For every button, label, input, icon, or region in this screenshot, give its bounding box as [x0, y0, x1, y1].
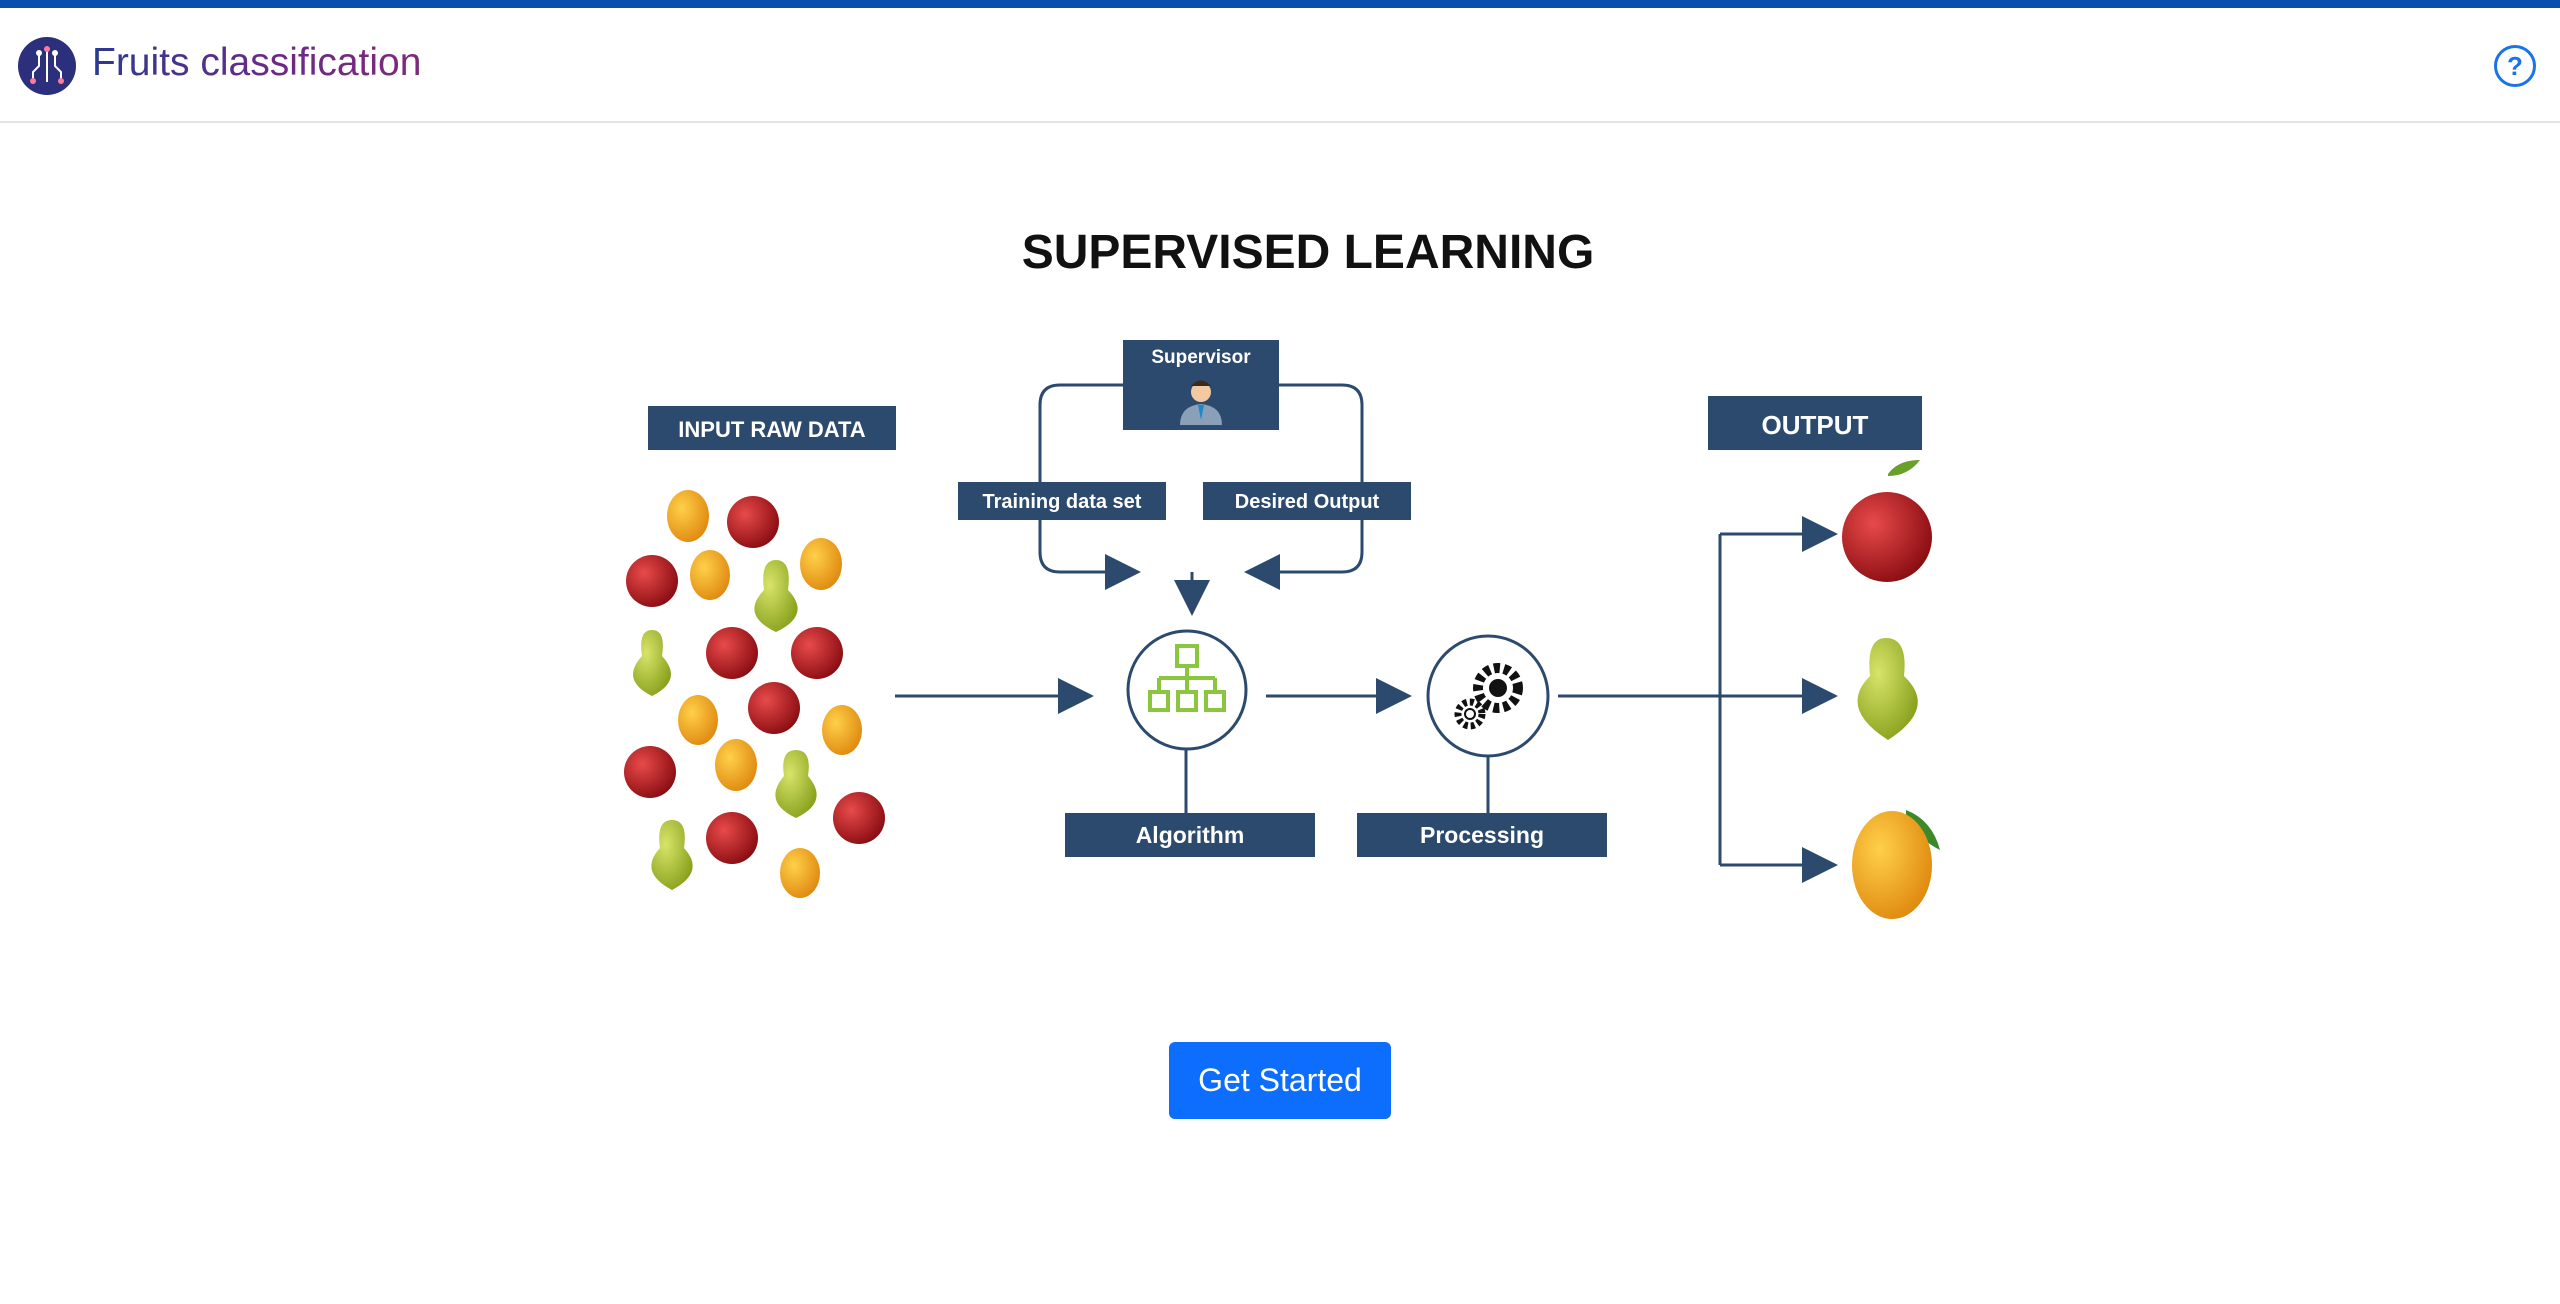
input-raw-data-label: INPUT RAW DATA [678, 417, 865, 442]
processing-label: Processing [1420, 822, 1544, 848]
diagram-title: SUPERVISED LEARNING [1022, 226, 1595, 279]
output-label: OUTPUT [1762, 410, 1869, 440]
app-header: Fruits classification ? [0, 8, 2560, 123]
app-title: Fruits classification [92, 41, 422, 84]
processing-circle [1426, 634, 1550, 758]
output-mango [1852, 810, 1940, 919]
app-logo-icon [18, 37, 76, 95]
training-loop-line [1038, 383, 1141, 590]
supervised-learning-diagram: SUPERVISED LEARNING Supervisor Training … [624, 226, 1940, 919]
output-apple [1842, 460, 1932, 582]
input-fruit-pile [624, 490, 885, 898]
top-accent-bar [0, 0, 2560, 8]
help-icon[interactable]: ? [2494, 45, 2536, 87]
training-data-label: Training data set [983, 491, 1142, 513]
desired-output-label: Desired Output [1235, 491, 1380, 513]
supervisor-label: Supervisor [1151, 347, 1251, 368]
output-pear [1857, 638, 1918, 740]
algorithm-label: Algorithm [1136, 822, 1245, 848]
get-started-button[interactable]: Get Started [1169, 1042, 1391, 1119]
